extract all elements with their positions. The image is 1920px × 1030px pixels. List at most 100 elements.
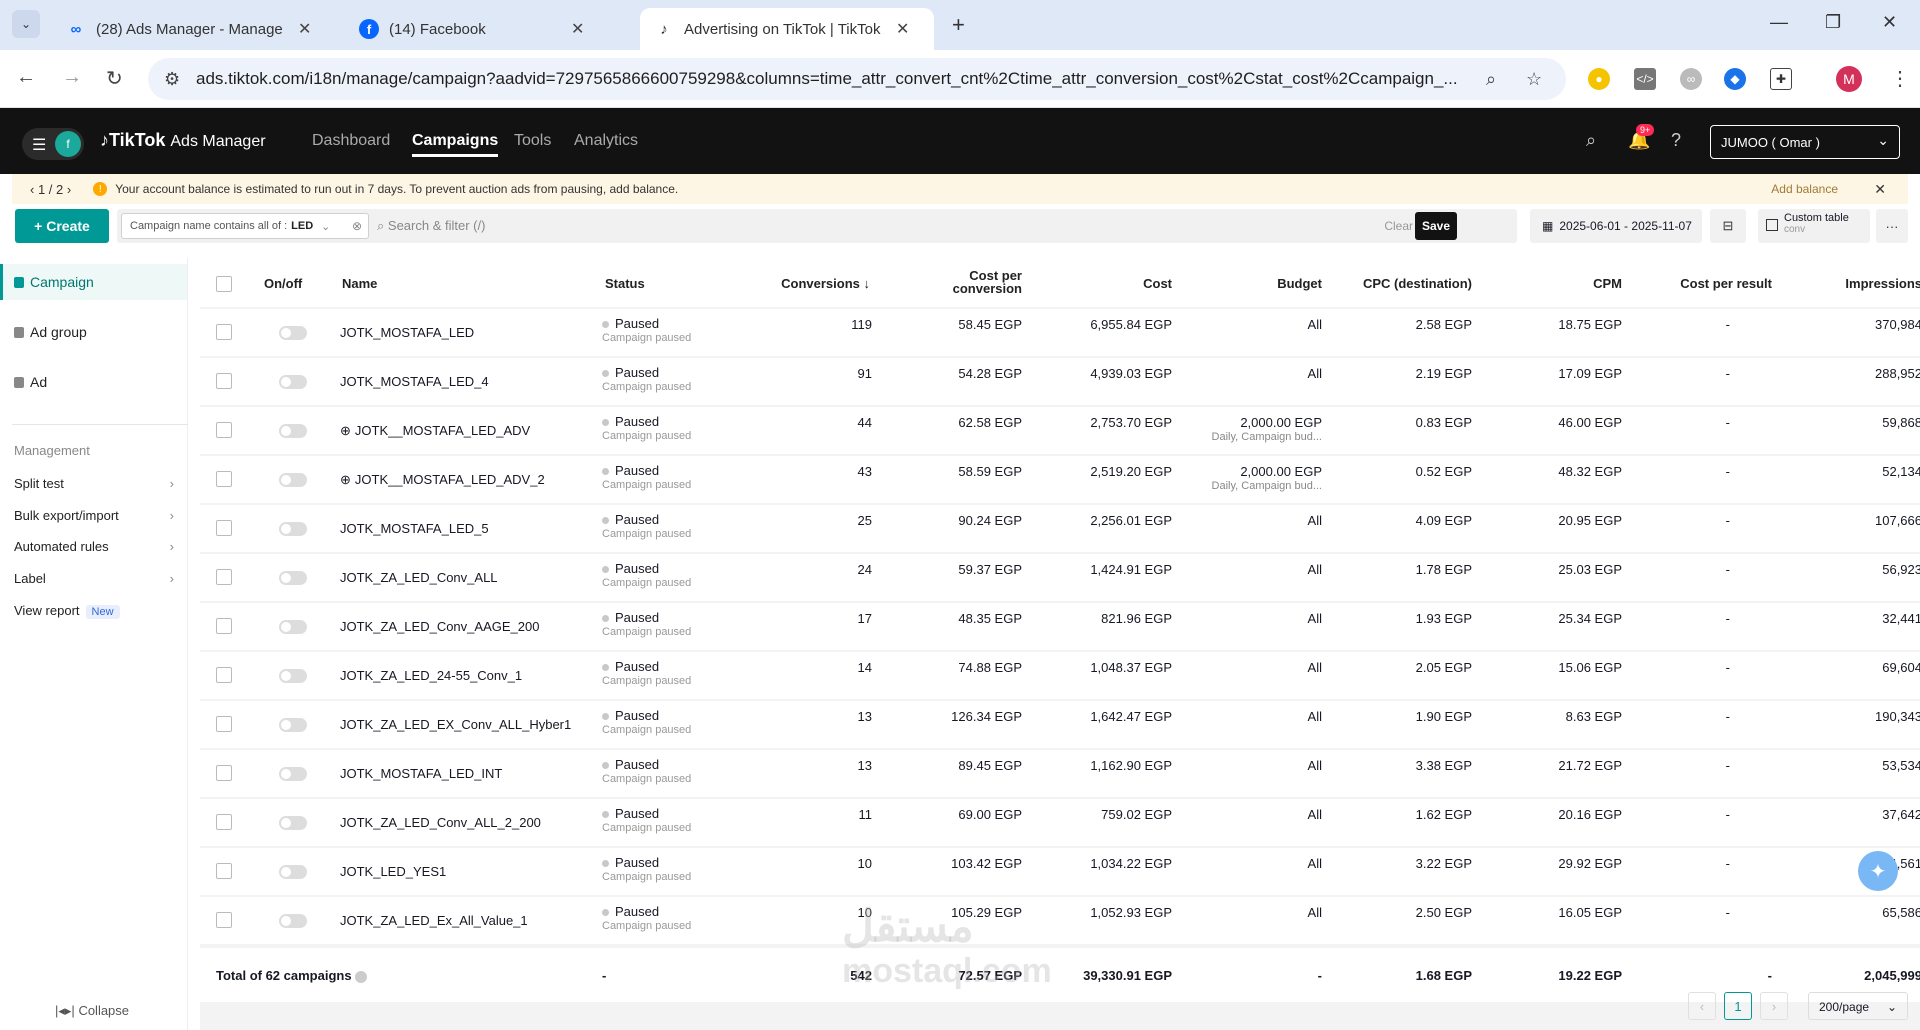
campaign-name[interactable]: JOTK_ZA_LED_EX_Conv_ALL_Hyber1 bbox=[340, 717, 571, 732]
browser-tab-ads-manager[interactable]: ∞ (28) Ads Manager - Manage ad ✕ bbox=[52, 8, 325, 50]
browser-tab-facebook[interactable]: f (14) Facebook ✕ bbox=[345, 8, 598, 50]
row-checkbox[interactable] bbox=[216, 912, 232, 928]
campaign-toggle[interactable] bbox=[279, 914, 307, 928]
campaign-toggle[interactable] bbox=[279, 718, 307, 732]
close-window-icon[interactable]: ✕ bbox=[1882, 12, 1897, 33]
add-balance-link[interactable]: Add balance bbox=[1771, 182, 1838, 196]
campaign-name[interactable]: JOTK_MOSTAFA_LED bbox=[340, 325, 474, 340]
close-tab-icon[interactable]: ✕ bbox=[571, 19, 584, 39]
col-cpm[interactable]: CPM bbox=[1500, 276, 1622, 291]
campaign-name[interactable]: ⊕ JOTK__MOSTAFA_LED_ADV_2 bbox=[340, 472, 545, 488]
campaign-name[interactable]: JOTK_ZA_LED_Ex_All_Value_1 bbox=[340, 913, 528, 928]
row-checkbox[interactable] bbox=[216, 863, 232, 879]
col-status[interactable]: Status bbox=[605, 276, 645, 291]
search-icon[interactable]: ⌕ bbox=[1586, 130, 1596, 151]
table-row[interactable]: JOTK_LED_YES1 Paused Campaign paused 10 103.… bbox=[200, 848, 1920, 895]
address-bar[interactable]: ads.tiktok.com/i18n/manage/campaign?aadv… bbox=[148, 58, 1566, 100]
campaign-name[interactable]: JOTK_ZA_LED_Conv_AAGE_200 bbox=[340, 619, 539, 634]
col-cost-per-conversion[interactable]: Cost per conversion bbox=[920, 269, 1022, 295]
campaign-toggle[interactable] bbox=[279, 522, 307, 536]
notice-pager[interactable]: ‹ 1 / 2 › bbox=[30, 182, 71, 197]
col-budget[interactable]: Budget bbox=[1200, 276, 1322, 291]
campaign-toggle[interactable] bbox=[279, 375, 307, 389]
table-row[interactable]: JOTK_ZA_LED_EX_Conv_ALL_Hyber1 Paused Camp… bbox=[200, 701, 1920, 748]
page-button[interactable]: 1 bbox=[1724, 992, 1752, 1020]
table-row[interactable]: JOTK_ZA_LED_24-55_Conv_1 Paused Campaign p… bbox=[200, 652, 1920, 699]
assistant-sparkle-icon[interactable]: ✦ bbox=[1858, 851, 1898, 891]
col-impressions[interactable]: Impressions bbox=[1800, 276, 1920, 291]
sidebar-link-bulk-export[interactable]: Bulk export/import › bbox=[14, 508, 174, 523]
sidebar-link-label[interactable]: Label › bbox=[14, 571, 174, 586]
sidebar-item-ad[interactable]: Ad bbox=[0, 364, 187, 400]
col-cost[interactable]: Cost bbox=[1050, 276, 1172, 291]
collapse-button[interactable]: |◂▸| Collapse bbox=[55, 1003, 129, 1019]
campaign-name[interactable]: JOTK_ZA_LED_24-55_Conv_1 bbox=[340, 668, 522, 683]
campaign-name[interactable]: JOTK_ZA_LED_Conv_ALL bbox=[340, 570, 498, 585]
menu-button[interactable]: ☰ f bbox=[22, 128, 84, 160]
row-checkbox[interactable] bbox=[216, 373, 232, 389]
campaign-name[interactable]: JOTK_ZA_LED_Conv_ALL_2_200 bbox=[340, 815, 541, 830]
campaign-toggle[interactable] bbox=[279, 473, 307, 487]
nav-analytics[interactable]: Analytics bbox=[574, 132, 638, 150]
row-checkbox[interactable] bbox=[216, 422, 232, 438]
table-row[interactable]: ⊕ JOTK__MOSTAFA_LED_ADV Paused Campaign pau… bbox=[200, 407, 1920, 454]
row-checkbox[interactable] bbox=[216, 520, 232, 536]
new-tab-icon[interactable]: + bbox=[952, 12, 965, 38]
table-row[interactable]: JOTK_ZA_LED_Conv_ALL Paused Campaign pause… bbox=[200, 554, 1920, 601]
date-range-picker[interactable]: ▦ 2025-06-01 - 2025-11-07 bbox=[1530, 209, 1702, 243]
close-tab-icon[interactable]: ✕ bbox=[896, 19, 909, 39]
campaign-toggle[interactable] bbox=[279, 767, 307, 781]
nav-tools[interactable]: Tools bbox=[514, 132, 551, 150]
nav-dashboard[interactable]: Dashboard bbox=[312, 132, 390, 150]
table-row[interactable]: JOTK_MOSTAFA_LED_4 Paused Campaign paused 9… bbox=[200, 358, 1920, 405]
site-info-icon[interactable]: ⚙ bbox=[164, 69, 180, 90]
row-checkbox[interactable] bbox=[216, 716, 232, 732]
campaign-toggle[interactable] bbox=[279, 669, 307, 683]
campaign-name[interactable]: JOTK_MOSTAFA_LED_5 bbox=[340, 521, 489, 536]
custom-table-button[interactable]: Custom table conv bbox=[1758, 209, 1870, 243]
col-name[interactable]: Name bbox=[342, 276, 377, 291]
nav-campaigns[interactable]: Campaigns bbox=[412, 132, 499, 157]
filter-chip[interactable]: Campaign name contains all of : LED ⌄ ⊗ bbox=[121, 213, 369, 239]
extension-icon[interactable]: ● bbox=[1588, 68, 1610, 90]
campaign-toggle[interactable] bbox=[279, 620, 307, 634]
campaign-toggle[interactable] bbox=[279, 571, 307, 585]
campaign-toggle[interactable] bbox=[279, 424, 307, 438]
close-icon[interactable]: ✕ bbox=[1874, 181, 1886, 198]
row-checkbox[interactable] bbox=[216, 814, 232, 830]
extension-tag-icon[interactable]: ◆ bbox=[1724, 68, 1746, 90]
prev-page-icon[interactable]: ‹ bbox=[1688, 992, 1716, 1020]
page-size-select[interactable]: 200/page ⌄ bbox=[1808, 992, 1908, 1020]
campaign-toggle[interactable] bbox=[279, 816, 307, 830]
extensions-puzzle-icon[interactable]: ✚ bbox=[1770, 68, 1792, 90]
campaign-name[interactable]: JOTK_LED_YES1 bbox=[340, 864, 446, 879]
campaign-name[interactable]: JOTK_MOSTAFA_LED_INT bbox=[340, 766, 502, 781]
table-row[interactable]: JOTK_MOSTAFA_LED_5 Paused Campaign paused 2… bbox=[200, 505, 1920, 552]
col-cpc-destination[interactable]: CPC (destination) bbox=[1330, 276, 1472, 291]
sidebar-item-campaign[interactable]: Campaign bbox=[0, 264, 187, 300]
table-row[interactable]: JOTK_ZA_LED_Ex_All_Value_1 Paused Campaign… bbox=[200, 897, 1920, 944]
back-icon[interactable]: ← bbox=[16, 66, 36, 89]
restore-icon[interactable]: ❐ bbox=[1825, 12, 1841, 33]
row-checkbox[interactable] bbox=[216, 324, 232, 340]
close-tab-icon[interactable]: ✕ bbox=[298, 19, 311, 39]
row-checkbox[interactable] bbox=[216, 765, 232, 781]
filter-bar[interactable]: Campaign name contains all of : LED ⌄ ⊗ … bbox=[117, 209, 1517, 243]
zoom-icon[interactable]: ⌕ bbox=[1486, 69, 1496, 90]
compare-icon[interactable]: ⊟ bbox=[1710, 209, 1746, 243]
account-switcher[interactable]: JUMOO ( Omar ) ⌄ bbox=[1710, 125, 1900, 159]
row-checkbox[interactable] bbox=[216, 471, 232, 487]
bookmark-star-icon[interactable]: ☆ bbox=[1526, 69, 1542, 90]
extension-link-icon[interactable]: ∞ bbox=[1680, 68, 1702, 90]
reload-icon[interactable]: ↻ bbox=[106, 66, 123, 91]
clear-button[interactable]: Clear bbox=[1384, 219, 1413, 233]
sidebar-link-view-report[interactable]: View report New bbox=[14, 603, 174, 619]
extension-code-icon[interactable]: </> bbox=[1634, 68, 1656, 90]
minimize-icon[interactable]: — bbox=[1770, 12, 1788, 33]
row-checkbox[interactable] bbox=[216, 667, 232, 683]
browser-menu-icon[interactable]: ⋮ bbox=[1890, 66, 1910, 91]
row-checkbox[interactable] bbox=[216, 618, 232, 634]
table-row[interactable]: JOTK_ZA_LED_Conv_AAGE_200 Paused Campaign … bbox=[200, 603, 1920, 650]
campaign-name[interactable]: JOTK_MOSTAFA_LED_4 bbox=[340, 374, 489, 389]
remove-filter-icon[interactable]: ⊗ bbox=[352, 219, 362, 233]
